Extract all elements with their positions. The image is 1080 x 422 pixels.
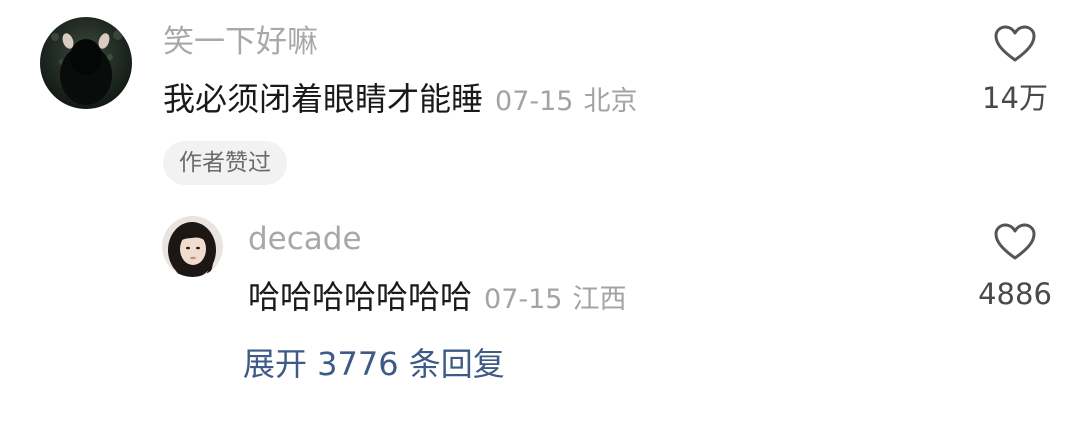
hooded-figure-avatar-image	[40, 17, 132, 109]
comment-text: 我必须闭着眼睛才能睡	[163, 80, 484, 118]
reply-meta: 07-15 江西	[484, 284, 626, 315]
author-liked-badge: 作者赞过	[163, 141, 287, 185]
comment-date: 07-15	[495, 86, 574, 117]
comment-body[interactable]: 我必须闭着眼睛才能睡 07-15 北京	[163, 76, 637, 128]
reply-body[interactable]: 哈哈哈哈哈哈哈 07-15 江西	[248, 275, 626, 325]
comment-like-count: 14万	[982, 81, 1048, 115]
replier-username[interactable]: decade	[248, 219, 362, 259]
expand-replies-link[interactable]: 展开 3776 条回复	[243, 340, 505, 388]
heart-outline-icon[interactable]	[993, 222, 1037, 262]
comment-location: 北京	[583, 86, 638, 117]
reply-like-count: 4886	[978, 277, 1052, 311]
heart-outline-icon[interactable]	[993, 24, 1037, 64]
comment-meta: 07-15 北京	[495, 86, 637, 117]
reply-location: 江西	[572, 284, 627, 315]
girl-portrait-avatar-image	[162, 216, 223, 277]
replier-avatar[interactable]	[162, 216, 223, 277]
reply-text: 哈哈哈哈哈哈哈	[248, 278, 473, 316]
commenter-username[interactable]: 笑一下好嘛	[163, 20, 318, 64]
commenter-avatar[interactable]	[40, 17, 132, 109]
reply-date: 07-15	[484, 284, 563, 315]
